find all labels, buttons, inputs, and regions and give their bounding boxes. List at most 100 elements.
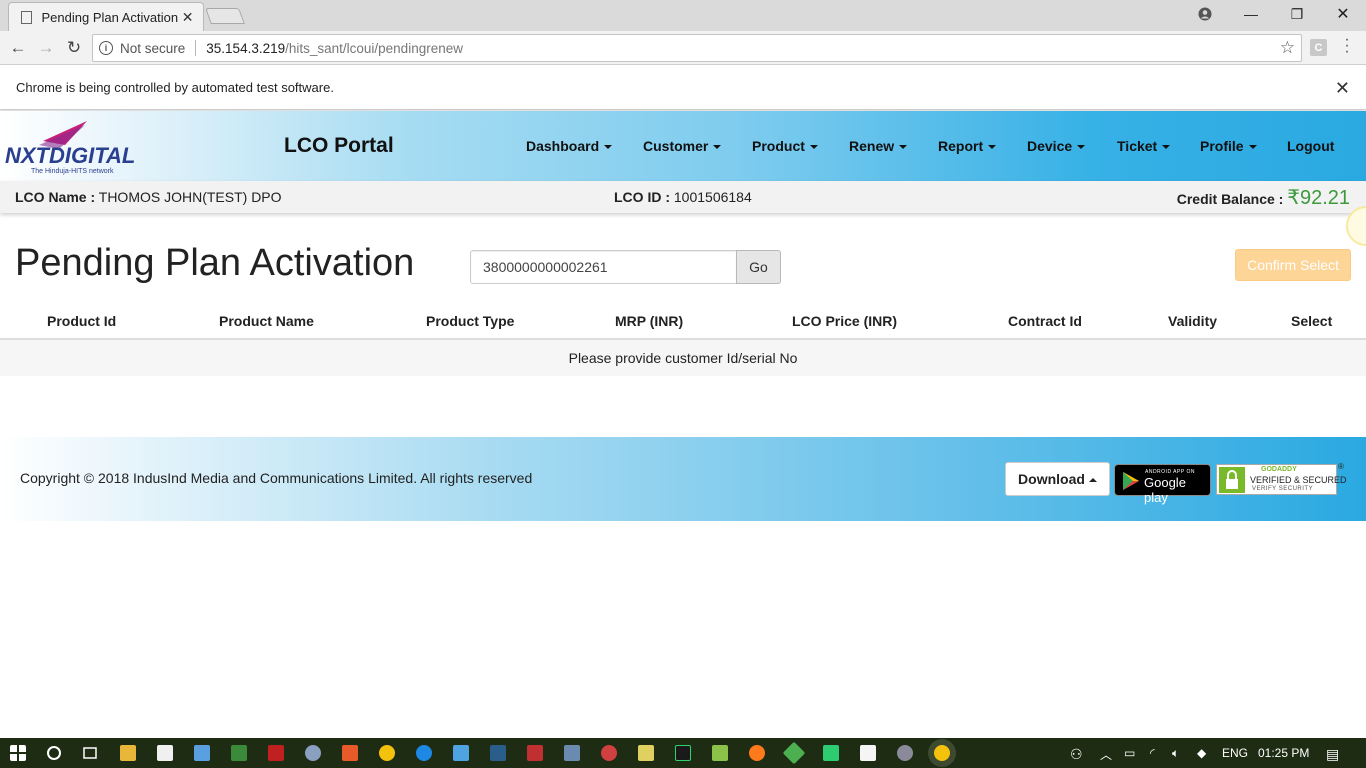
- task-view-icon[interactable]: [82, 745, 98, 761]
- customer-search-input[interactable]: [470, 250, 737, 284]
- app-icon-orange[interactable]: [342, 745, 358, 761]
- shield-app-icon[interactable]: [527, 745, 543, 761]
- settings-app-icon[interactable]: [897, 745, 913, 761]
- reload-icon[interactable]: ↻: [62, 36, 86, 60]
- minimize-icon[interactable]: —: [1228, 0, 1274, 28]
- flag-app-icon[interactable]: [601, 745, 617, 761]
- new-tab-button[interactable]: [205, 8, 245, 24]
- extension-icon[interactable]: C: [1310, 39, 1327, 56]
- credit-balance: Credit Balance : ₹92.21: [1177, 185, 1350, 210]
- forward-icon[interactable]: →: [34, 36, 58, 60]
- google-play-text: Google play: [1144, 475, 1186, 505]
- lco-id-value: 1001506184: [673, 189, 752, 205]
- window-app-icon[interactable]: [194, 745, 210, 761]
- caret-down-icon: [713, 145, 722, 150]
- tools-app-icon[interactable]: [564, 745, 580, 761]
- lco-name-value: THOMOS JOHN(TEST) DPO: [98, 189, 282, 205]
- dropbox-icon[interactable]: ◆: [1197, 746, 1206, 760]
- nav-dashboard[interactable]: Dashboard: [526, 138, 613, 154]
- store-icon[interactable]: [157, 745, 173, 761]
- page-title: Pending Plan Activation: [15, 242, 415, 284]
- nav-customer-label: Customer: [643, 138, 709, 154]
- caret-down-icon: [1248, 145, 1257, 150]
- bookmark-star-icon[interactable]: ☆: [1280, 38, 1295, 58]
- chrome-icon[interactable]: [379, 745, 395, 761]
- godaddy-verify-security: VERIFY SECURITY: [1252, 486, 1314, 492]
- infobar-close-icon[interactable]: ✕: [1335, 78, 1350, 99]
- android-icon[interactable]: [712, 745, 728, 761]
- nav-ticket-label: Ticket: [1117, 138, 1158, 154]
- credit-balance-amount: ₹92.21: [1287, 187, 1350, 209]
- col-select: Select: [1291, 313, 1333, 329]
- caret-down-icon: [899, 145, 908, 150]
- language-indicator[interactable]: ENG: [1222, 746, 1248, 760]
- go-button[interactable]: Go: [736, 250, 781, 284]
- url-host: 35.154.3.219: [206, 40, 286, 56]
- action-center-icon[interactable]: ▤: [1326, 746, 1339, 763]
- restore-icon[interactable]: ❐: [1274, 0, 1320, 28]
- nav-product[interactable]: Product: [752, 138, 818, 154]
- network-app-icon[interactable]: [231, 745, 247, 761]
- google-play-badge[interactable]: ANDROID APP ON Google play: [1114, 464, 1211, 505]
- download-dropdown-button[interactable]: Download: [1005, 462, 1110, 496]
- cortana-search-icon[interactable]: [46, 745, 62, 761]
- profile-icon[interactable]: [1182, 0, 1228, 28]
- tab-close-icon[interactable]: ✕: [178, 9, 197, 26]
- notepad-icon[interactable]: [860, 745, 876, 761]
- file-explorer-icon[interactable]: [120, 745, 136, 761]
- sql-app-icon[interactable]: [490, 745, 506, 761]
- lco-info-strip: LCO Name : THOMOS JOHN(TEST) DPO LCO ID …: [0, 181, 1366, 213]
- app-icon-green-diamond[interactable]: [782, 741, 806, 765]
- battery-icon[interactable]: ▭: [1124, 746, 1135, 760]
- nav-device[interactable]: Device: [1027, 138, 1086, 154]
- lco-id-label: LCO ID :: [614, 189, 670, 205]
- godaddy-seal[interactable]: GODADDY VERIFIED & SECURED VERIFY SECURI…: [1216, 464, 1347, 495]
- download-label: Download: [1018, 471, 1085, 487]
- chrome-menu-icon[interactable]: · · ·: [1342, 32, 1352, 60]
- vpn-app-icon[interactable]: [305, 745, 321, 761]
- window-close-icon[interactable]: ✕: [1320, 0, 1366, 28]
- wifi-icon[interactable]: ◜: [1150, 746, 1155, 760]
- clock[interactable]: 01:25 PM: [1258, 746, 1309, 760]
- nav-renew[interactable]: Renew: [849, 138, 908, 154]
- nav-report[interactable]: Report: [938, 138, 997, 154]
- mcafee-icon[interactable]: [268, 745, 284, 761]
- pending-plans-table: Product Id Product Name Product Type MRP…: [0, 303, 1366, 376]
- caret-down-icon: [809, 145, 818, 150]
- col-mrp: MRP (INR): [615, 313, 684, 329]
- credit-balance-label: Credit Balance :: [1176, 191, 1284, 207]
- automation-infobar: Chrome is being controlled by automated …: [0, 66, 1366, 110]
- nav-customer[interactable]: Customer: [643, 138, 722, 154]
- registered-mark: ®: [1338, 462, 1344, 471]
- nav-ticket[interactable]: Ticket: [1117, 138, 1171, 154]
- tray-chevron-icon[interactable]: ︿: [1100, 746, 1112, 763]
- col-product-id: Product Id: [47, 313, 117, 329]
- browser-toolbar: ← → ↻ i Not secure 35.154.3.219 /hits_sa…: [0, 31, 1366, 65]
- nav-profile[interactable]: Profile: [1200, 138, 1257, 154]
- remote-desktop-icon[interactable]: [453, 745, 469, 761]
- confirm-select-button[interactable]: Confirm Select: [1235, 249, 1351, 281]
- windows-start-icon[interactable]: [10, 745, 26, 761]
- address-bar[interactable]: i Not secure 35.154.3.219 /hits_sant/lco…: [92, 34, 1302, 62]
- teamviewer-icon[interactable]: [416, 745, 432, 761]
- lco-id: LCO ID : 1001506184: [614, 189, 752, 205]
- pycharm-icon[interactable]: [675, 745, 691, 761]
- lco-name-label: LCO Name :: [15, 189, 96, 205]
- volume-icon[interactable]: 🔈︎: [1172, 746, 1179, 761]
- omnibox-divider: [195, 40, 197, 56]
- firefox-icon[interactable]: [749, 745, 765, 761]
- chrome-active-icon[interactable]: [934, 745, 950, 761]
- nxtdigital-logo[interactable]: NXTDIGITAL The Hinduja-HITS network: [5, 119, 165, 179]
- notes-app-icon[interactable]: [638, 745, 654, 761]
- info-icon[interactable]: i: [99, 41, 113, 55]
- nav-logout[interactable]: Logout: [1287, 138, 1334, 154]
- app-icon-green[interactable]: [823, 745, 839, 761]
- lco-name: LCO Name : THOMOS JOHN(TEST) DPO: [15, 189, 282, 205]
- back-icon[interactable]: ←: [6, 36, 30, 60]
- people-icon[interactable]: ⚇: [1070, 746, 1083, 763]
- col-product-name: Product Name: [219, 313, 314, 329]
- browser-tab[interactable]: Pending Plan Activation ✕: [8, 2, 204, 31]
- page-icon: [21, 10, 32, 24]
- logo-tagline: The Hinduja-HITS network: [31, 168, 114, 175]
- col-validity: Validity: [1168, 313, 1218, 329]
